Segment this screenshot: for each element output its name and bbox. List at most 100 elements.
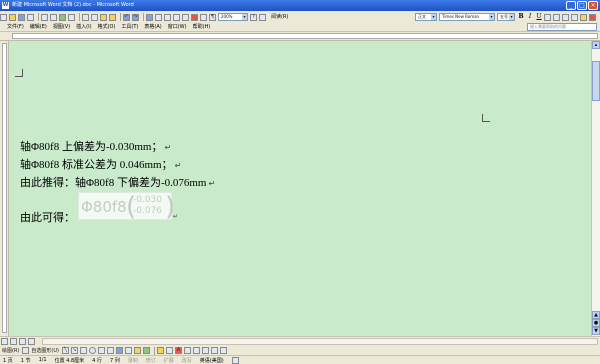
menu-file[interactable]: 文件(F) bbox=[4, 22, 27, 32]
menu-edit[interactable]: 编辑(E) bbox=[27, 22, 50, 32]
close-button[interactable]: × bbox=[588, 1, 598, 10]
justify-icon[interactable] bbox=[571, 13, 578, 21]
arrow-style-icon[interactable] bbox=[201, 347, 209, 354]
rectangle-tool-icon[interactable] bbox=[79, 347, 87, 354]
spelling-status-icon[interactable] bbox=[231, 356, 239, 364]
scroll-up-icon[interactable]: ▴ bbox=[592, 41, 600, 49]
normal-view-icon[interactable] bbox=[1, 338, 8, 345]
read-mode-icon[interactable] bbox=[259, 13, 266, 21]
undo-icon[interactable]: ↶ bbox=[123, 13, 130, 21]
line-tool-icon[interactable]: ╲ bbox=[61, 347, 69, 354]
menu-view[interactable]: 视图(V) bbox=[50, 22, 73, 32]
vertical-text-box-icon[interactable] bbox=[106, 347, 114, 354]
hyperlink-icon[interactable] bbox=[146, 13, 153, 21]
drawing-icon[interactable] bbox=[191, 13, 198, 21]
previous-page-icon[interactable]: ▲ bbox=[592, 311, 600, 319]
print-layout-icon[interactable] bbox=[19, 338, 26, 345]
print-preview-icon[interactable] bbox=[50, 13, 57, 21]
zoom-select[interactable]: 200% ▾ bbox=[218, 13, 248, 21]
paragraph-conclusion[interactable]: 由此可得： bbox=[20, 209, 75, 225]
paragraph-upper-deviation[interactable]: 轴Φ80f8 上偏差为-0.030mm； ↵ bbox=[20, 138, 171, 154]
font-size-select[interactable]: 五号 ▾ bbox=[497, 13, 515, 21]
line-style-icon[interactable] bbox=[183, 347, 191, 354]
paragraph-standard-tolerance[interactable]: 轴Φ80f8 标准公差为 0.046mm； ↵ bbox=[20, 156, 181, 172]
dash-style-icon[interactable] bbox=[192, 347, 200, 354]
style-select[interactable]: 正文 ▾ bbox=[415, 13, 437, 21]
align-center-icon[interactable] bbox=[553, 13, 560, 21]
font-color-icon[interactable] bbox=[589, 13, 596, 21]
paragraph-mark-icon: ↵ bbox=[164, 143, 172, 152]
read-button[interactable]: 阅读(R) bbox=[268, 12, 291, 22]
oval-tool-icon[interactable] bbox=[88, 347, 96, 354]
status-section: 1 节 bbox=[20, 357, 31, 364]
print-icon[interactable] bbox=[41, 13, 48, 21]
horizontal-ruler[interactable] bbox=[0, 32, 600, 41]
show-hide-icon[interactable]: ¶ bbox=[209, 13, 216, 21]
font-color-icon[interactable]: A bbox=[174, 347, 182, 354]
paste-icon[interactable] bbox=[100, 13, 107, 21]
save-icon[interactable] bbox=[18, 13, 25, 21]
italic-button[interactable]: I bbox=[526, 13, 534, 21]
diagram-icon[interactable] bbox=[124, 347, 132, 354]
maximize-button[interactable]: □ bbox=[577, 1, 587, 10]
underline-button[interactable]: U bbox=[535, 13, 543, 21]
align-left-icon[interactable] bbox=[544, 13, 551, 21]
help-search-input[interactable]: 键入需要帮助的问题 bbox=[527, 23, 597, 31]
picture-icon[interactable] bbox=[142, 347, 150, 354]
fill-color-icon[interactable] bbox=[156, 347, 164, 354]
spelling-icon[interactable] bbox=[59, 13, 66, 21]
menu-format[interactable]: 格式(O) bbox=[95, 22, 119, 32]
menu-tools[interactable]: 工具(T) bbox=[118, 22, 141, 32]
wordart-icon[interactable] bbox=[115, 347, 123, 354]
research-icon[interactable] bbox=[68, 13, 75, 21]
copy-icon[interactable] bbox=[91, 13, 98, 21]
vertical-scrollbar[interactable]: ▴ ▲ ● ▼ bbox=[591, 41, 600, 336]
vertical-ruler[interactable] bbox=[0, 41, 9, 336]
bold-button[interactable]: B bbox=[517, 13, 525, 21]
status-track-changes[interactable]: 修订 bbox=[146, 357, 156, 364]
minimize-button[interactable]: _ bbox=[566, 1, 576, 10]
font-select[interactable]: Times New Roman ▾ bbox=[439, 13, 495, 21]
text-box-icon[interactable] bbox=[97, 347, 105, 354]
permission-icon[interactable] bbox=[27, 13, 34, 21]
line-color-icon[interactable] bbox=[165, 347, 173, 354]
outline-view-icon[interactable] bbox=[28, 338, 35, 345]
menu-insert[interactable]: 插入(I) bbox=[73, 22, 94, 32]
document-map-icon[interactable] bbox=[200, 13, 207, 21]
select-objects-icon[interactable] bbox=[22, 347, 30, 354]
new-document-icon[interactable] bbox=[0, 13, 7, 21]
tables-borders-icon[interactable] bbox=[155, 13, 162, 21]
insert-table-icon[interactable] bbox=[164, 13, 171, 21]
cut-icon[interactable] bbox=[82, 13, 89, 21]
help-icon[interactable]: ? bbox=[250, 13, 257, 21]
open-icon[interactable] bbox=[9, 13, 16, 21]
status-record[interactable]: 录制 bbox=[128, 357, 138, 364]
clip-art-icon[interactable] bbox=[133, 347, 141, 354]
tolerance-formula-object[interactable]: Φ80f8 ( -0.030 -0.076 ) bbox=[78, 192, 175, 221]
menu-table[interactable]: 表格(A) bbox=[141, 22, 164, 32]
document-page[interactable]: 轴Φ80f8 上偏差为-0.030mm； ↵ 轴Φ80f8 标准公差为 0.046… bbox=[9, 41, 591, 336]
next-page-icon[interactable]: ▼ bbox=[592, 327, 600, 335]
autoshapes-button[interactable]: 自选图形(U) bbox=[31, 347, 59, 354]
status-overtype[interactable]: 改写 bbox=[182, 357, 192, 364]
menu-window[interactable]: 窗口(W) bbox=[165, 22, 190, 32]
arrow-tool-icon[interactable]: ↘ bbox=[70, 347, 78, 354]
browse-object-icon[interactable]: ● bbox=[592, 319, 600, 327]
3d-style-icon[interactable] bbox=[219, 347, 227, 354]
horizontal-scrollbar[interactable] bbox=[42, 338, 598, 345]
scroll-thumb[interactable] bbox=[592, 61, 600, 101]
word-app-icon[interactable]: W bbox=[2, 2, 9, 9]
shadow-style-icon[interactable] bbox=[210, 347, 218, 354]
paragraph-lower-deviation[interactable]: 由此推得：轴Φ80f8 下偏差为-0.076mm ↵ bbox=[20, 174, 215, 190]
redo-icon[interactable]: ↷ bbox=[132, 13, 139, 21]
align-right-icon[interactable] bbox=[562, 13, 569, 21]
draw-menu-button[interactable]: 绘图(R) bbox=[2, 347, 19, 354]
highlight-icon[interactable] bbox=[580, 13, 587, 21]
format-painter-icon[interactable] bbox=[109, 13, 116, 21]
menu-help[interactable]: 帮助(H) bbox=[190, 22, 214, 32]
status-extend[interactable]: 扩展 bbox=[164, 357, 174, 364]
toolbar-divider bbox=[153, 346, 155, 355]
insert-excel-icon[interactable] bbox=[173, 13, 180, 21]
columns-icon[interactable] bbox=[182, 13, 189, 21]
web-layout-icon[interactable] bbox=[10, 338, 17, 345]
